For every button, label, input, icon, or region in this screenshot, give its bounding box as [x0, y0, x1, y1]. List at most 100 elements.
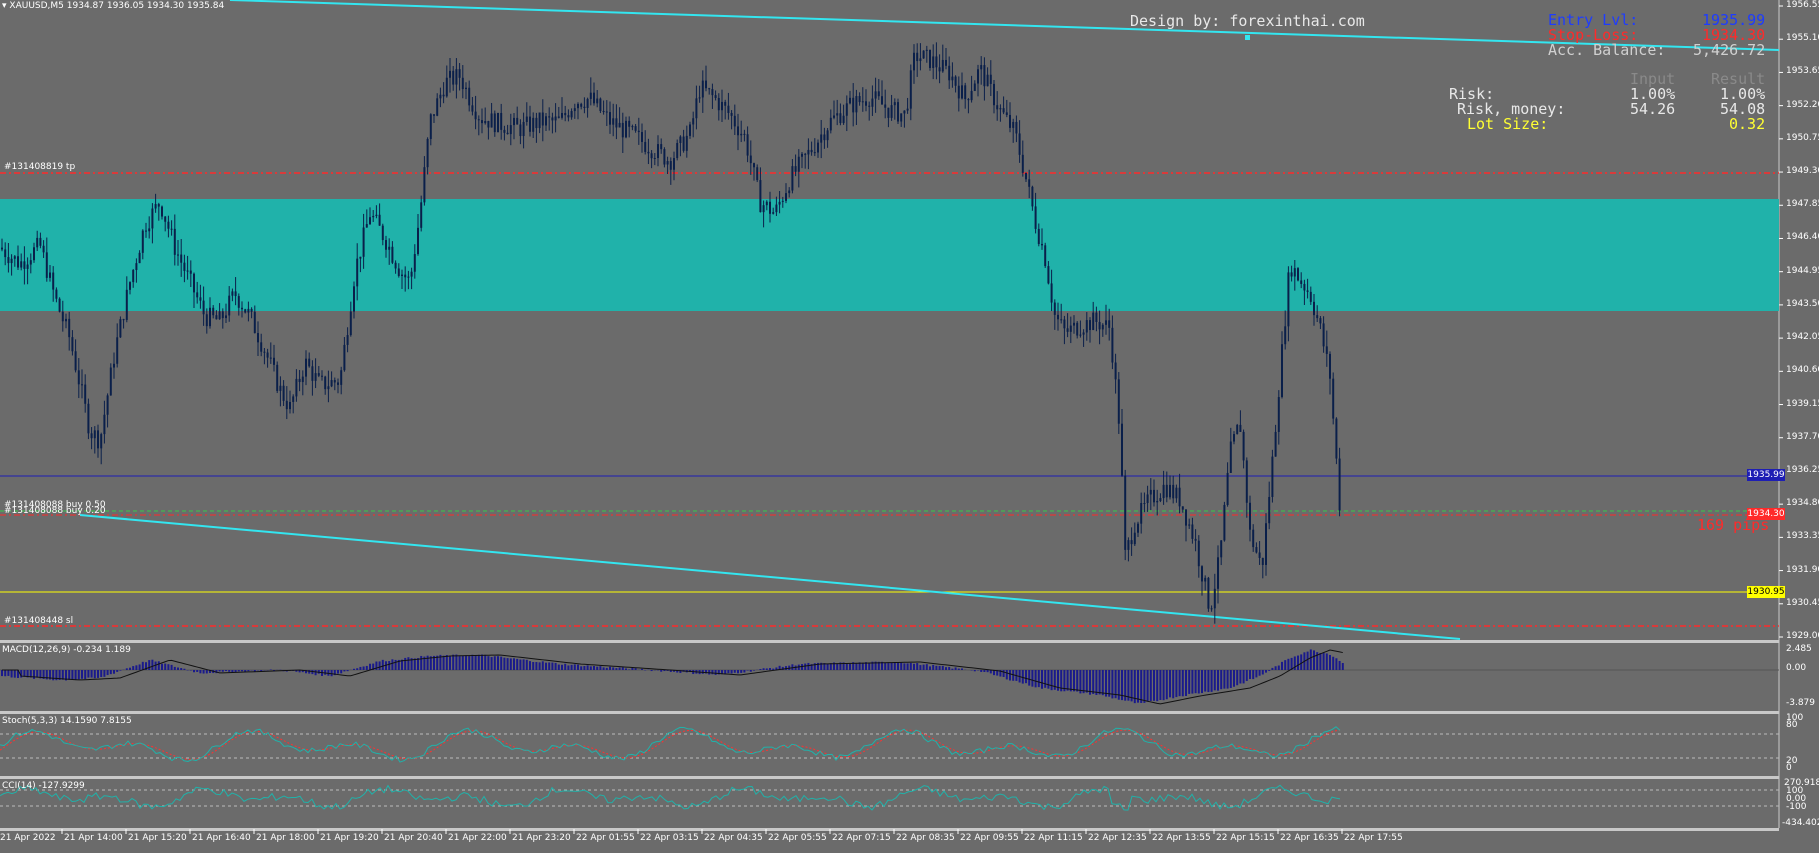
candle-body — [785, 193, 787, 201]
candle-body — [980, 65, 983, 70]
candle-body — [1018, 133, 1021, 155]
candle-body — [820, 134, 823, 143]
candle-body — [1229, 441, 1232, 473]
candle-body — [1, 247, 3, 250]
candle-body — [116, 337, 119, 364]
candle-body — [1025, 172, 1027, 180]
risk-money-input: 54.26 — [1630, 100, 1676, 118]
candle-body — [1233, 434, 1235, 442]
candle-body — [983, 65, 986, 87]
candle-body — [967, 99, 970, 101]
candle-body — [154, 204, 157, 209]
candle-body — [833, 115, 835, 118]
candle-body — [1277, 397, 1280, 432]
candle-body — [378, 214, 381, 226]
time-tick-label: 22 Apr 03:15 — [640, 833, 699, 843]
trading-chart[interactable]: ▾ XAUUSD,M5 1934.87 1936.05 1934.30 1935… — [0, 0, 1819, 853]
candle-body — [481, 120, 483, 124]
candle-body — [1140, 503, 1143, 524]
order-buy-label-2[interactable]: #131408088 buy 0.20 — [4, 506, 106, 516]
candle-body — [666, 161, 669, 165]
candle-body — [986, 74, 989, 87]
candle-body — [1114, 362, 1117, 380]
candle-body — [1226, 472, 1229, 505]
candle-body — [612, 118, 615, 125]
candle-body — [1201, 566, 1203, 582]
candle-body — [625, 120, 627, 138]
candle-body — [634, 126, 637, 131]
candle-body — [1181, 506, 1184, 510]
candle-body — [1159, 498, 1162, 502]
candle-body — [1293, 268, 1296, 277]
candle-body — [829, 117, 832, 131]
candle-body — [257, 333, 259, 343]
candle-body — [1319, 318, 1322, 324]
candle-body — [1156, 501, 1159, 503]
candle-body — [1306, 290, 1309, 292]
stoch-main-line — [0, 726, 1341, 763]
time-tick-label: 22 Apr 04:35 — [704, 833, 763, 843]
candle-body — [231, 291, 234, 296]
candle-body — [359, 256, 362, 259]
candle-body — [740, 133, 743, 136]
candle-body — [1053, 302, 1056, 315]
candle-body — [1313, 301, 1315, 316]
candle-body — [52, 272, 55, 290]
candle-body — [743, 133, 746, 135]
price-tick-label: 1934.80 — [1786, 498, 1819, 509]
candle-body — [839, 113, 842, 124]
candle-body — [285, 400, 288, 410]
time-tick-label: 22 Apr 17:55 — [1344, 833, 1403, 843]
candle-body — [55, 289, 58, 299]
candle-body — [1137, 523, 1139, 533]
candle-body — [801, 153, 803, 157]
candle-body — [340, 370, 343, 385]
candle-body — [525, 116, 528, 122]
chart-menu-icon[interactable]: ▾ — [2, 1, 7, 11]
candle-body — [177, 254, 179, 256]
candle-body — [218, 311, 221, 320]
candle-body — [61, 311, 64, 322]
candle-body — [58, 298, 61, 312]
candle-body — [477, 119, 480, 121]
order-sl-label[interactable]: #131408448 sl — [4, 616, 73, 626]
candle-body — [845, 103, 848, 116]
candle-body — [1249, 502, 1251, 530]
pane-separator — [0, 640, 1779, 643]
candle-body — [852, 97, 855, 113]
candle-body — [1165, 484, 1168, 498]
candle-body — [1245, 460, 1248, 503]
candle-body — [705, 80, 707, 89]
candle-body — [119, 319, 122, 338]
candle-body — [1069, 325, 1072, 332]
entry-price-badge: 1935.99 — [1747, 469, 1785, 481]
order-tp-label[interactable]: #131408819 tp — [4, 162, 75, 172]
candle-body — [1146, 494, 1149, 504]
price-tick-label: 1950.75 — [1786, 132, 1819, 143]
candle-body — [1149, 489, 1152, 495]
candle-body — [836, 113, 839, 116]
pane-separator — [0, 711, 1779, 714]
price-tick-label: 1939.15 — [1786, 398, 1819, 409]
price-tick-label: 1940.60 — [1786, 365, 1819, 376]
candle-body — [701, 80, 704, 98]
cci-tick-min: -434.4025 — [1782, 818, 1819, 828]
candle-body — [237, 296, 240, 308]
candle-body — [289, 401, 291, 410]
stop-price-badge: 1934.30 — [1747, 508, 1785, 520]
candle-body — [397, 268, 400, 276]
candle-body — [1191, 524, 1194, 539]
candle-body — [221, 311, 224, 319]
price-tick-label: 1953.65 — [1786, 66, 1819, 77]
candle-body — [225, 315, 227, 319]
candle-body — [375, 214, 378, 216]
candle-body — [1124, 475, 1127, 550]
candle-body — [202, 300, 205, 315]
candle-body — [855, 96, 858, 113]
candle-body — [1252, 529, 1255, 548]
credit-text: Design by: forexinthai.com — [1130, 12, 1365, 30]
candle-body — [1121, 423, 1123, 476]
time-tick-label: 22 Apr 16:35 — [1280, 833, 1339, 843]
candle-body — [513, 117, 515, 126]
candle-body — [1172, 484, 1175, 499]
